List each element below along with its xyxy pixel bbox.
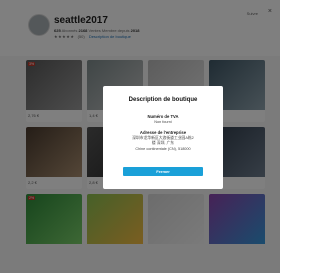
address-label: Adresse de l'entreprise — [139, 130, 187, 135]
close-button[interactable]: Fermer — [123, 167, 203, 176]
address-line-2: 楼 深圳, 广东 — [151, 141, 175, 145]
dialog-title: Description de boutique — [128, 97, 198, 103]
address-line-3: Chine continentale (CN), 518000 — [135, 147, 191, 151]
vat-value: Non fourni — [154, 120, 172, 124]
shop-page: seattle2017 625 Abonnés 2168 Ventes Memb… — [0, 0, 280, 273]
vat-label: Numéro de TVA — [147, 114, 179, 119]
shop-description-dialog: Description de boutique Numéro de TVA No… — [103, 86, 223, 189]
